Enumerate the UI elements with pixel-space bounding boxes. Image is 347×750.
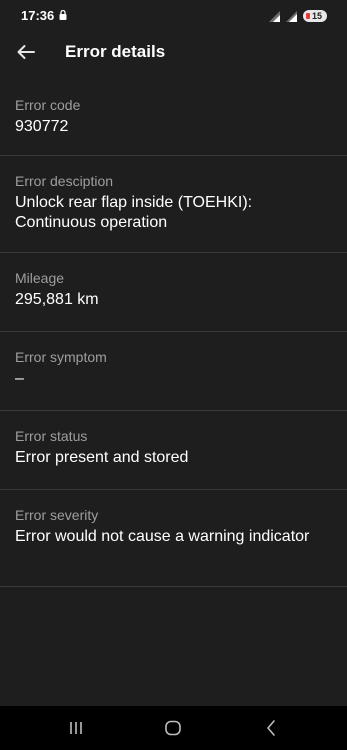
battery-level-bar bbox=[306, 13, 310, 19]
detail-value: 295,881 km bbox=[15, 291, 99, 308]
app-header: Error details bbox=[0, 30, 347, 80]
battery-icon: 15 bbox=[303, 10, 327, 22]
detail-label: Error desciption bbox=[15, 173, 114, 189]
navigation-bar bbox=[0, 706, 347, 750]
detail-value: – bbox=[15, 370, 24, 387]
home-button[interactable] bbox=[161, 717, 185, 739]
detail-label: Mileage bbox=[15, 270, 65, 286]
detail-label: Error severity bbox=[15, 507, 99, 523]
page-title: Error details bbox=[65, 42, 166, 61]
system-back-button[interactable] bbox=[259, 717, 283, 739]
screen: 17:36 15 Error details Error code 930772… bbox=[0, 0, 347, 750]
home-icon bbox=[165, 720, 181, 736]
detail-label: Error symptom bbox=[15, 349, 107, 365]
battery-level: 15 bbox=[312, 11, 323, 21]
recent-apps-button[interactable] bbox=[64, 717, 88, 739]
lock-icon bbox=[59, 10, 67, 20]
detail-row-error-description: Error desciption Unlock rear flap inside… bbox=[0, 156, 347, 253]
detail-label: Error code bbox=[15, 97, 81, 113]
signal-icon bbox=[286, 10, 297, 22]
back-icon bbox=[267, 720, 275, 736]
status-bar: 17:36 15 bbox=[0, 0, 347, 30]
status-time: 17:36 bbox=[21, 8, 55, 23]
detail-value: 930772 bbox=[15, 118, 69, 135]
detail-row-error-code: Error code 930772 bbox=[0, 80, 347, 156]
detail-row-error-status: Error status Error present and stored bbox=[0, 411, 347, 490]
recent-apps-icon bbox=[70, 722, 82, 734]
detail-row-mileage: Mileage 295,881 km bbox=[0, 253, 347, 332]
detail-label: Error status bbox=[15, 428, 88, 444]
status-icons: 15 bbox=[269, 9, 327, 23]
detail-value: Error would not cause a warning indicato… bbox=[15, 528, 310, 545]
detail-row-error-symptom: Error symptom – bbox=[0, 332, 347, 411]
signal-icon bbox=[269, 10, 280, 22]
back-button[interactable] bbox=[10, 38, 42, 66]
detail-value: Unlock rear flap inside (TOEHKI): Contin… bbox=[15, 194, 253, 231]
arrow-left-icon bbox=[17, 45, 35, 59]
detail-value: Error present and stored bbox=[15, 449, 189, 466]
detail-list: Error code 930772 Error desciption Unloc… bbox=[0, 80, 347, 587]
detail-row-error-severity: Error severity Error would not cause a w… bbox=[0, 490, 347, 587]
